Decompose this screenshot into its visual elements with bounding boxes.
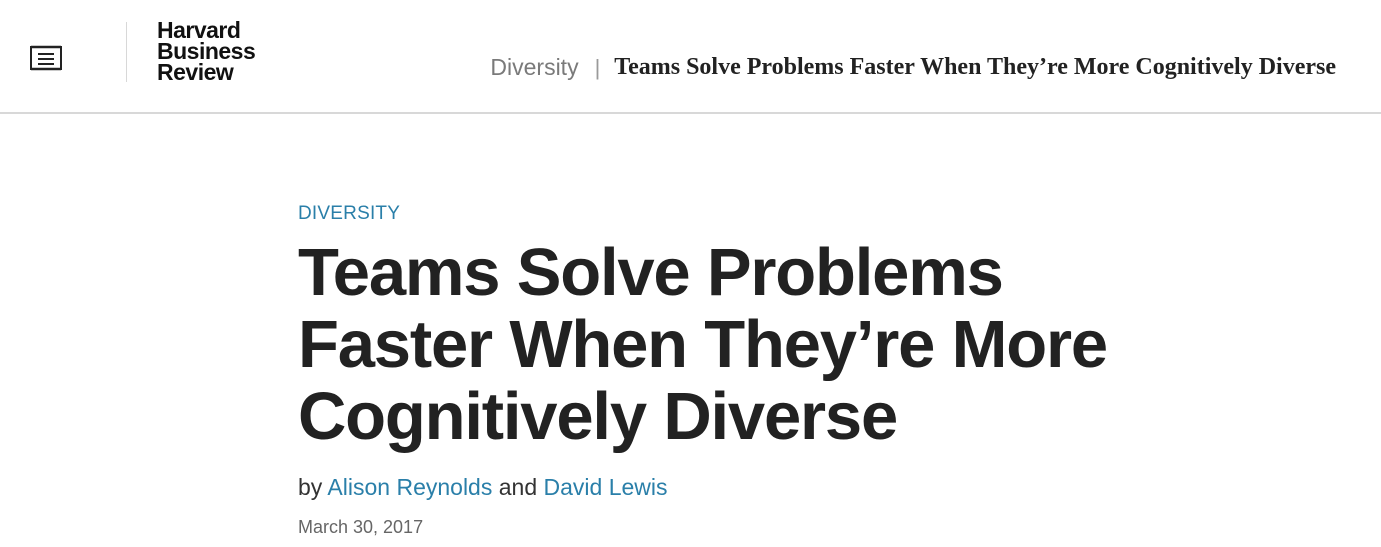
- byline: by Alison Reynolds and David Lewis: [298, 473, 1198, 501]
- hbr-logo[interactable]: Harvard Business Review: [157, 19, 277, 85]
- publish-date: March 30, 2017: [298, 517, 424, 537]
- header-divider: [126, 22, 127, 82]
- menu-list-icon: [29, 44, 63, 72]
- author-link-1[interactable]: Alison Reynolds: [327, 474, 492, 500]
- topic-tag-link[interactable]: DIVERSITY: [298, 196, 400, 232]
- byline-conjunction: and: [498, 474, 538, 500]
- logo-line-3: Review: [157, 59, 234, 85]
- breadcrumb-article-title: Teams Solve Problems Faster When They’re…: [614, 54, 1336, 80]
- breadcrumb: Diversity | Teams Solve Problems Faster …: [490, 54, 1336, 81]
- article-headline: Teams Solve Problems Faster When They’re…: [298, 235, 1108, 454]
- author-link-2[interactable]: David Lewis: [544, 474, 668, 500]
- byline-prefix: by: [298, 474, 323, 500]
- site-header: Harvard Business Review Diversity | Team…: [0, 0, 1381, 114]
- breadcrumb-topic-link[interactable]: Diversity: [490, 54, 578, 81]
- breadcrumb-separator: |: [594, 54, 601, 80]
- menu-button[interactable]: [24, 40, 68, 76]
- article-header: DIVERSITY Teams Solve Problems Faster Wh…: [298, 196, 1198, 538]
